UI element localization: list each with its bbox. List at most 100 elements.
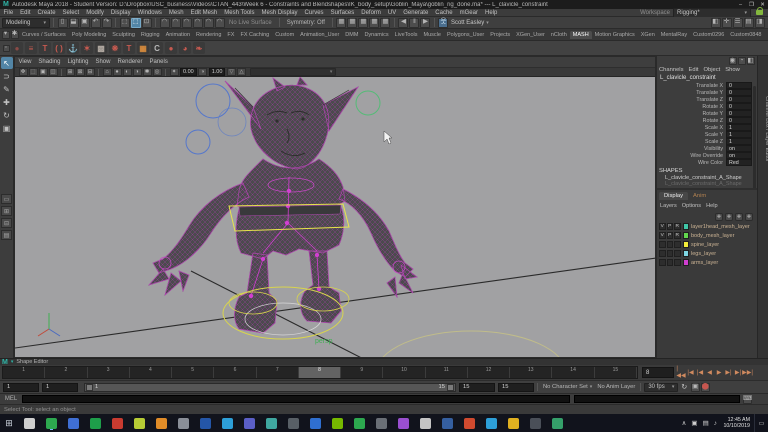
shelf-tab[interactable]: Motion Graphics (592, 31, 638, 39)
menu-item[interactable]: Mesh (165, 10, 187, 16)
viewport-menu-item[interactable]: Lighting (64, 59, 92, 65)
taskbar-app-icon[interactable] (112, 418, 123, 429)
attribute-label[interactable]: Rotate X (657, 104, 726, 110)
layout-button[interactable]: ⊟ (1, 218, 12, 228)
viewport-tool-icon[interactable]: ⬚ (29, 68, 38, 76)
layer-reference-toggle[interactable] (674, 250, 681, 257)
layer-reference-toggle[interactable] (674, 241, 681, 248)
shelf-tab[interactable]: Custom0848 (727, 31, 764, 39)
animation-end-field[interactable]: 15 (498, 383, 534, 392)
layer-name[interactable]: spine_layer (691, 242, 719, 248)
taskbar-app-icon[interactable] (288, 418, 299, 429)
timeline-frame[interactable]: 8 (299, 367, 341, 378)
menu-item[interactable]: Create (34, 10, 59, 16)
menu-item[interactable]: File (0, 10, 17, 16)
attribute-value-field[interactable]: on (726, 152, 752, 158)
shelf-tool-icon[interactable]: ● (11, 42, 23, 54)
layer-color-swatch[interactable] (683, 259, 690, 266)
sidebar-toggle-icon[interactable]: ◨ (755, 18, 765, 28)
menu-item[interactable]: Cache (432, 10, 456, 16)
layer-playback-toggle[interactable]: P (667, 232, 674, 239)
shelf-tool-icon[interactable]: C (151, 42, 163, 54)
playback-button[interactable]: |◀◀ (677, 367, 686, 378)
viewport-layout-icon[interactable]: ⊟ (86, 68, 95, 76)
taskbar-app-icon[interactable] (508, 418, 519, 429)
channelbox-menu-item[interactable]: Show (725, 67, 740, 73)
menu-item[interactable]: Generate (400, 10, 432, 16)
layer-row[interactable]: spine_layer (657, 240, 757, 249)
layer-name[interactable]: arms_layer (691, 260, 718, 266)
file-op-icon[interactable]: ⬓ (69, 18, 79, 28)
workspace-lock-icon[interactable] (756, 10, 763, 15)
attribute-value-field[interactable]: 0 (726, 103, 752, 109)
viewport-shading-icon[interactable]: ◐ (123, 68, 132, 76)
menu-item[interactable]: Edit Mesh (187, 10, 221, 16)
timeline-frame[interactable]: 5 (172, 367, 214, 378)
viewport-menu-item[interactable]: Panels (146, 59, 171, 65)
attribute-value-field[interactable]: 1 (726, 131, 752, 137)
layout-button[interactable]: ▭ (1, 194, 12, 204)
range-end-handle[interactable] (447, 384, 454, 391)
taskbar-app-icon[interactable] (310, 418, 321, 429)
account-name[interactable]: Scott Easley (451, 20, 484, 26)
file-op-icon[interactable]: ↷ (102, 18, 112, 28)
layer-name[interactable]: layer1head_mesh_layer (691, 224, 750, 230)
taskbar-app-icon[interactable] (552, 418, 563, 429)
sidebar-toggle-icon[interactable]: ▤ (744, 18, 754, 28)
layout-button[interactable]: ⊞ (1, 206, 12, 216)
tool-icon[interactable]: ↻ (1, 109, 13, 121)
menu-item[interactable]: Mesh Tools (221, 10, 258, 16)
playback-button[interactable]: ▶| (724, 367, 733, 378)
shelf-tool-icon[interactable]: T (123, 42, 135, 54)
timeline-frame[interactable]: 10 (383, 367, 425, 378)
shelf-tab[interactable]: MentalRay (658, 31, 690, 39)
playback-button[interactable]: |◀ (686, 367, 695, 378)
taskbar-clock[interactable]: 12:45 AM 10/10/2019 (723, 417, 750, 429)
tool-icon[interactable]: ↖ (1, 57, 13, 69)
shelf-tab[interactable]: Rendering (193, 31, 224, 39)
shelf-tool-icon[interactable]: ❋ (109, 42, 121, 54)
layer-row[interactable]: V P R body_mesh_layer (657, 231, 757, 240)
playback-button[interactable]: ▶▶| (743, 367, 752, 378)
layer-playback-toggle[interactable] (667, 259, 674, 266)
gamma-icon[interactable]: ◑ (198, 68, 207, 76)
timeline-track[interactable]: 123456789101112131415 (2, 366, 638, 379)
layer-editor-tab[interactable]: Anim (688, 192, 711, 200)
timeline-frame[interactable]: 3 (88, 367, 130, 378)
shape-editor-bar[interactable]: M ▾ Shape Editor (0, 358, 768, 365)
shelf-tool-icon[interactable]: ◕ (179, 42, 191, 54)
layer-visibility-toggle[interactable]: V (659, 232, 666, 239)
shelf-prev-icon[interactable]: ◦ (3, 45, 10, 52)
command-language-button[interactable]: MEL (0, 396, 22, 402)
attribute-value-field[interactable]: 0 (726, 82, 752, 88)
taskbar-app-icon[interactable] (530, 418, 541, 429)
layer-editor-menu-item[interactable]: Help (706, 203, 718, 209)
playback-button[interactable]: ◀ (705, 367, 714, 378)
taskbar-app-icon[interactable] (68, 418, 79, 429)
playback-start-field[interactable]: 1 (42, 383, 78, 392)
layer-visibility-toggle[interactable]: V (659, 223, 666, 230)
shelf-tab[interactable]: Custom (272, 31, 297, 39)
sidebar-toggle-icon[interactable]: ☰ (733, 18, 743, 28)
layer-color-swatch[interactable] (683, 232, 690, 239)
new-layer-icon[interactable]: ✚ (735, 213, 743, 221)
menu-item[interactable]: Modify (83, 10, 108, 16)
selected-object-name[interactable]: L_clavicle_constraint (657, 74, 757, 82)
taskbar-app-icon[interactable] (244, 418, 255, 429)
menu-item[interactable]: UV (384, 10, 399, 16)
menu-item[interactable]: Edit (17, 10, 34, 16)
viewport-shading-icon[interactable]: ⌂ (103, 68, 112, 76)
taskbar-app-icon[interactable] (266, 418, 277, 429)
attribute-label[interactable]: Visibility (657, 146, 726, 152)
timeline-frame[interactable]: 14 (552, 367, 594, 378)
shape-node-name[interactable]: L_clavicle_constraint_A_Shape (657, 174, 757, 181)
playblast-icon[interactable]: ◀ (398, 18, 408, 28)
attribute-value-field[interactable]: on (726, 145, 752, 151)
tool-icon[interactable]: ⊃ (1, 70, 13, 82)
timeline-frame[interactable]: 1 (3, 367, 45, 378)
viewport-canvas[interactable]: persp (15, 77, 655, 357)
taskbar-app-icon[interactable] (134, 418, 145, 429)
snap-magnet-icon[interactable]: ◠ (160, 18, 170, 28)
layer-reference-toggle[interactable] (674, 259, 681, 266)
range-start-handle[interactable] (86, 384, 93, 391)
